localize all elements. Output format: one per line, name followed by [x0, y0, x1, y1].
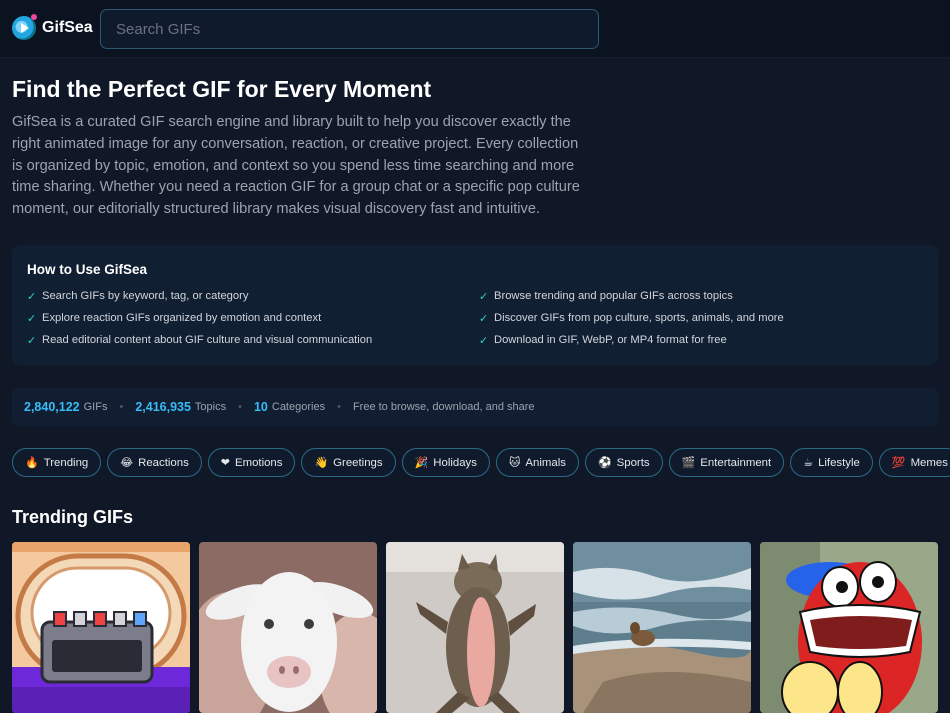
- chip-label: Sports: [616, 456, 650, 469]
- party-popper-icon: 🎉: [414, 457, 429, 469]
- stat-separator: •: [119, 401, 124, 413]
- check-icon: ✓: [479, 290, 489, 303]
- gif-thumbnail[interactable]: [386, 542, 564, 713]
- topics-count: 2,416,935: [135, 400, 191, 414]
- page-title: Find the Perfect GIF for Every Moment: [12, 76, 432, 102]
- chip-label: Memes: [910, 456, 948, 469]
- chip-greetings[interactable]: 👋 Greetings: [301, 448, 396, 477]
- stats-note: Free to browse, download, and share: [352, 401, 535, 413]
- alarm-clock-image: [12, 542, 190, 713]
- hero-description: GifSea is a curated GIF search engine an…: [12, 114, 580, 218]
- chip-label: Animals: [525, 456, 566, 469]
- how-to-title: How to Use GifSea: [27, 262, 148, 277]
- categories-count: 10: [253, 400, 268, 414]
- chip-holidays[interactable]: 🎉 Holidays: [401, 448, 490, 477]
- how-to-item: ✓ Browse trending and popular GIFs across…: [479, 289, 927, 303]
- check-icon: ✓: [27, 334, 37, 347]
- trending-title: Trending GIFs: [12, 507, 134, 527]
- chip-label: Lifestyle: [818, 456, 860, 469]
- check-icon: ✓: [27, 312, 37, 325]
- how-to-item: ✓ Search GIFs by keyword, tag, or categor…: [27, 289, 479, 303]
- gifs-count: 2,840,122: [24, 400, 80, 414]
- gif-thumbnail[interactable]: [573, 542, 751, 713]
- check-icon: ✓: [479, 312, 489, 325]
- chip-label: Holidays: [433, 456, 477, 469]
- how-to-item-text: Discover GIFs from pop culture, sports, …: [494, 312, 784, 324]
- search-input[interactable]: [100, 9, 599, 49]
- check-icon: ✓: [27, 290, 37, 303]
- gif-thumbnail[interactable]: [760, 542, 938, 713]
- how-to-item-text: Browse trending and popular GIFs across …: [494, 290, 733, 302]
- goat-image: [199, 542, 377, 713]
- chip-lifestyle[interactable]: ☕ Lifestyle: [790, 448, 873, 477]
- hundred-points-icon: 💯: [891, 457, 906, 469]
- chip-reactions[interactable]: 😂 Reactions: [107, 448, 202, 477]
- stat-separator: •: [337, 401, 341, 413]
- gif-grid: [12, 542, 938, 713]
- chip-sports[interactable]: ⚽ Sports: [584, 448, 663, 477]
- chip-label: Entertainment: [700, 456, 772, 469]
- coffee-cup-icon: ☕: [803, 457, 814, 469]
- soccer-ball-icon: ⚽: [597, 457, 612, 469]
- gif-thumbnail[interactable]: [199, 542, 377, 713]
- fire-icon: 🔥: [25, 457, 39, 469]
- check-icon: ✓: [479, 334, 489, 347]
- brand-name: GifSea: [42, 19, 93, 36]
- how-to-item-text: Download in GIF, WebP, or MP4 format for…: [494, 334, 727, 346]
- chip-label: Greetings: [333, 456, 383, 469]
- how-to-item-text: Read editorial content about GIF culture…: [42, 334, 373, 346]
- chip-trending[interactable]: 🔥 Trending: [12, 448, 102, 477]
- chip-entertainment[interactable]: 🎬 Entertainment: [668, 448, 785, 477]
- cat-face-icon: 🐱: [508, 457, 521, 469]
- category-chips: 🔥 Trending 😂 Reactions ❤ Emotions 👋 Greeting…: [12, 448, 950, 477]
- chip-emotions[interactable]: ❤ Emotions: [207, 448, 296, 477]
- heart-icon: ❤: [220, 457, 230, 469]
- gif-thumbnail[interactable]: [12, 542, 190, 713]
- stat-separator: •: [238, 401, 242, 413]
- chip-label: Emotions: [234, 456, 283, 469]
- how-to-item: ✓ Discover GIFs from pop culture, sports,…: [479, 311, 927, 325]
- how-to-item: ✓ Download in GIF, WebP, or MP4 format fo…: [479, 333, 927, 347]
- logo[interactable]: GifSea: [12, 14, 93, 40]
- top-bar: GifSea: [0, 0, 950, 58]
- topics-label: Topics: [194, 401, 227, 413]
- how-to-item-text: Explore reaction GIFs organized by emoti…: [42, 312, 322, 324]
- stats-bar: 2,840,122 GIFs • 2,416,935 Topics • 10 C…: [12, 388, 938, 426]
- laughing-face-icon: 😂: [120, 457, 134, 469]
- chip-memes[interactable]: 💯 Memes: [878, 448, 950, 477]
- waving-hand-icon: 👋: [314, 457, 329, 469]
- chip-label: Trending: [43, 456, 89, 469]
- cat-image: [386, 542, 564, 713]
- gifs-label: GIFs: [83, 401, 108, 413]
- logo-play-icon: [12, 14, 37, 40]
- chip-animals[interactable]: 🐱 Animals: [495, 448, 579, 477]
- dog-beach-image: [573, 542, 751, 713]
- clapper-board-icon: 🎬: [681, 457, 696, 469]
- how-to-list: ✓ Search GIFs by keyword, tag, or categor…: [27, 289, 927, 347]
- categories-label: Categories: [271, 401, 326, 413]
- chip-label: Reactions: [138, 456, 189, 469]
- how-to-item-text: Search GIFs by keyword, tag, or category: [42, 290, 249, 302]
- cartoon-character-image: [760, 542, 938, 713]
- how-to-item: ✓ Explore reaction GIFs organized by emot…: [27, 311, 479, 325]
- how-to-panel: How to Use GifSea ✓ Search GIFs by keywor…: [12, 245, 938, 365]
- how-to-item: ✓ Read editorial content about GIF cultur…: [27, 333, 479, 347]
